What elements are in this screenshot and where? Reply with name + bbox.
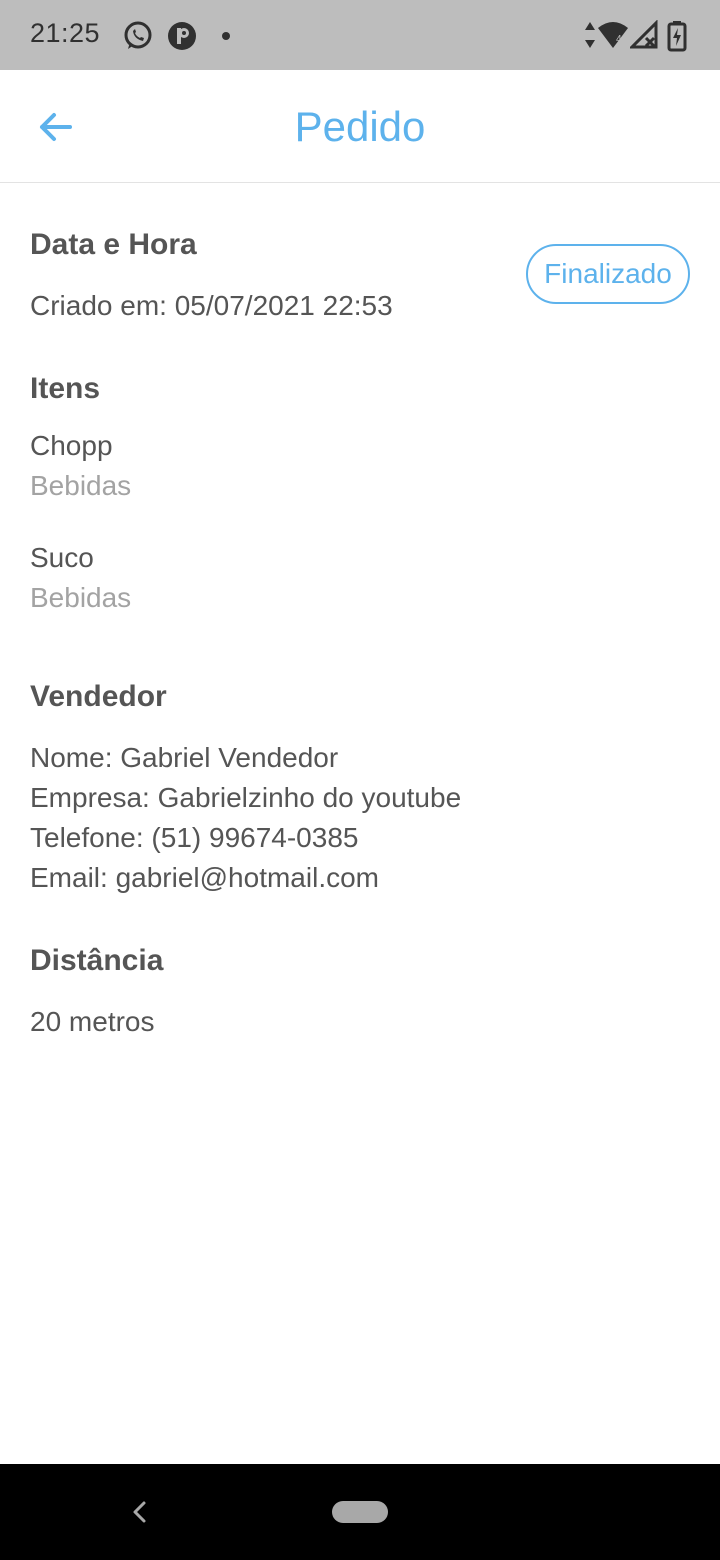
datetime-section-title: Data e Hora xyxy=(30,228,197,261)
distance-value: 20 metros xyxy=(30,1006,155,1037)
whatsapp-icon xyxy=(124,21,152,49)
battery-icon xyxy=(667,21,687,52)
wifi-icon: 4 xyxy=(598,22,628,48)
seller-name: Nome: Gabriel Vendedor xyxy=(30,742,339,773)
seller-company: Empresa: Gabrielzinho do youtube xyxy=(30,782,462,813)
svg-text:4: 4 xyxy=(616,34,622,45)
seller-phone: Telefone: (51) 99674-0385 xyxy=(30,822,359,853)
system-nav-bar xyxy=(0,1464,720,1560)
item-name: Chopp xyxy=(30,430,113,461)
nav-back-icon[interactable] xyxy=(126,1498,154,1526)
item-category: Bebidas xyxy=(30,470,132,501)
status-badge: Finalizado xyxy=(526,244,690,304)
signal-icon xyxy=(630,20,658,49)
item-category: Bebidas xyxy=(30,582,132,613)
items-section-title: Itens xyxy=(30,372,101,405)
status-time: 21:25 xyxy=(30,18,101,48)
page-title: Pedido xyxy=(294,103,426,150)
item-name: Suco xyxy=(30,542,94,573)
seller-email: Email: gabriel@hotmail.com xyxy=(30,862,379,893)
distance-section-title: Distância xyxy=(30,944,164,977)
pinterest-icon xyxy=(168,22,196,50)
nav-home-pill-icon[interactable] xyxy=(332,1501,388,1523)
notification-dot-icon xyxy=(222,32,230,40)
status-bar: 21:25 4 xyxy=(0,0,720,70)
seller-section-title: Vendedor xyxy=(30,680,167,713)
created-datetime: Criado em: 05/07/2021 22:53 xyxy=(30,290,393,321)
app-bar: Pedido xyxy=(0,70,720,183)
